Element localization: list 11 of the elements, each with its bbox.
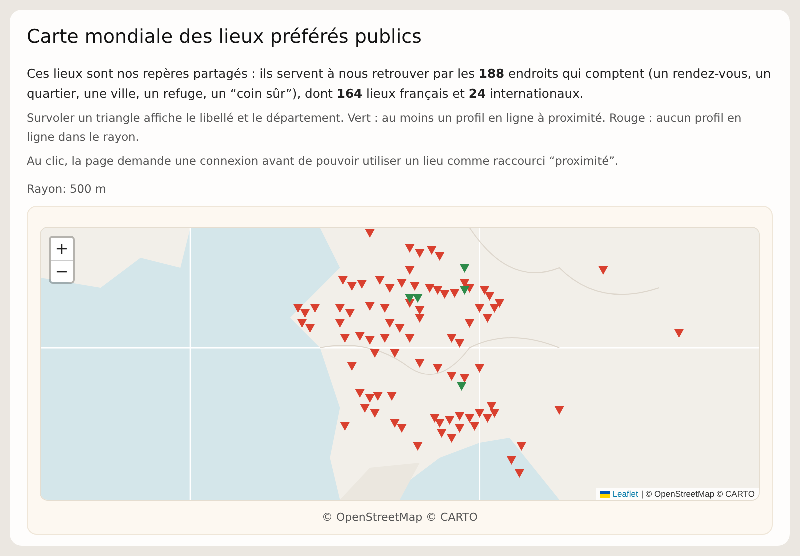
- zoom-out-button[interactable]: −: [51, 260, 73, 282]
- intro-paragraph: Ces lieux sont nos repères partagés : ils servent à nous retrouver par les 188 endroits qui comptent (un rendez-vous, un quartier, une ville, un refuge, un “coin sûr”), dont 164 lieux français et 24 internationaux.: [27, 66, 772, 103]
- leaflet-link[interactable]: Leaflet: [612, 489, 638, 499]
- page-title: Carte mondiale des lieux préférés publics: [27, 26, 423, 48]
- map-caption: © OpenStreetMap © CARTO: [322, 511, 478, 524]
- hint-text: Au clic, la page demande une connexion avant de pouvoir utiliser un lieu comme raccourci “proximité”.: [27, 153, 620, 170]
- hint-text: Survoler un triangle affiche le libellé et le département. Vert : au moins un profil en ligne à proximité. Rouge : aucun profil en ligne dans le rayon.: [27, 110, 743, 146]
- zoom-in-button[interactable]: +: [51, 238, 73, 260]
- attribution-text: | © OpenStreetMap © CARTO: [641, 489, 755, 499]
- radius-label: Rayon: 500 m: [27, 182, 108, 196]
- flag-icon: [600, 490, 610, 498]
